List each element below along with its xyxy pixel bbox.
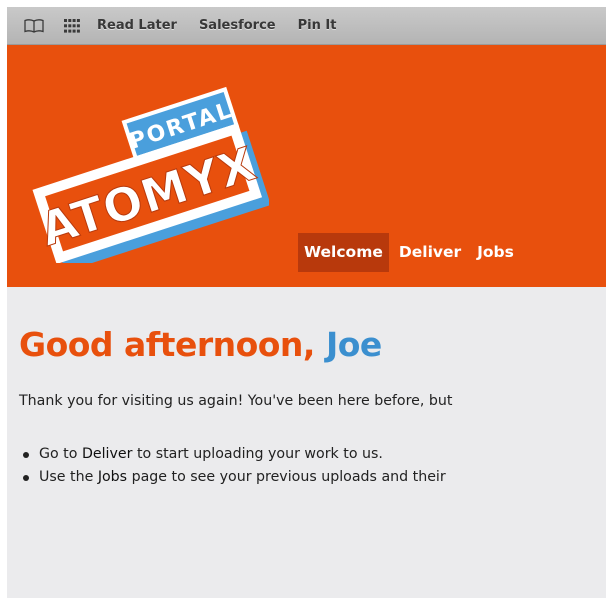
book-icon[interactable] — [21, 15, 47, 37]
list-item: Use the Jobs page to see your previous u… — [19, 466, 446, 489]
intro-text: Thank you for visiting us again! You've … — [19, 393, 453, 409]
main-content: Good afternoon, Joe Thank you for visiti… — [7, 287, 606, 598]
user-name: Joe — [325, 325, 382, 364]
list-item: Go to Deliver to start uploading your wo… — [19, 443, 446, 466]
site-header: PORTAL ATOMYX Welcome Deliver Jobs — [7, 45, 606, 296]
bookmark-read-later[interactable]: Read Later — [97, 18, 177, 33]
bookmark-salesforce[interactable]: Salesforce — [199, 18, 276, 33]
nav-deliver[interactable]: Deliver — [393, 233, 467, 272]
grid-icon[interactable] — [59, 15, 85, 37]
deliver-link[interactable]: Deliver — [82, 446, 133, 462]
greeting-prefix: Good afternoon, — [19, 325, 326, 364]
nav-welcome[interactable]: Welcome — [298, 233, 389, 272]
bookmark-pin-it[interactable]: Pin It — [298, 18, 337, 33]
main-nav: Welcome Deliver Jobs — [298, 233, 524, 272]
greeting-heading: Good afternoon, Joe — [19, 325, 382, 364]
nav-jobs[interactable]: Jobs — [471, 233, 520, 272]
jobs-link[interactable]: Jobs — [98, 469, 127, 485]
bookmarks-bar: Read Later Salesforce Pin It — [7, 7, 606, 45]
atomyx-portal-logo[interactable]: PORTAL ATOMYX — [29, 73, 269, 263]
tips-list: Go to Deliver to start uploading your wo… — [19, 443, 446, 489]
